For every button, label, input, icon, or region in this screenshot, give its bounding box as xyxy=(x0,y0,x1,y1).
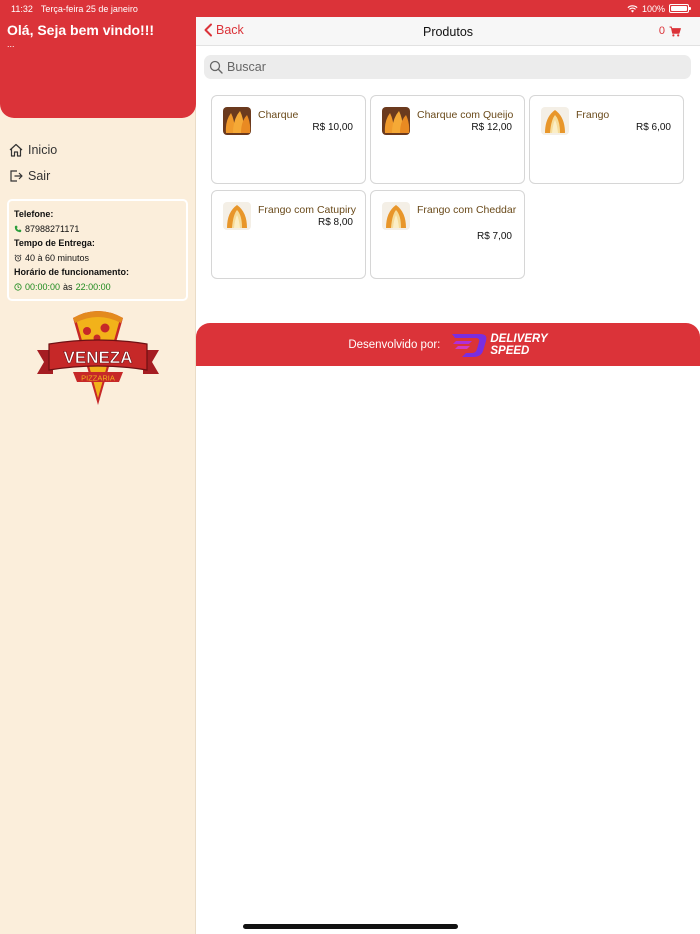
hours-close: 22:00:00 xyxy=(75,281,111,292)
store-info-box: Telefone: 87988271171 Tempo de Entrega: … xyxy=(7,199,188,301)
battery-icon xyxy=(669,4,691,13)
coxinha-cut-image xyxy=(541,107,569,135)
product-price: R$ 10,00 xyxy=(312,122,353,133)
chevron-left-icon xyxy=(204,23,212,37)
status-time: 11:32 xyxy=(11,3,33,14)
status-right: 100% xyxy=(627,3,691,14)
page-title: Produtos xyxy=(422,25,474,39)
logo-tagline: PIZZARIA xyxy=(81,374,115,383)
product-name: Charque xyxy=(258,109,299,121)
cart-icon xyxy=(669,26,681,36)
product-card[interactable]: Frango R$ 6,00 xyxy=(529,95,684,184)
search-input[interactable] xyxy=(227,60,667,74)
hours-open: 00:00:00 xyxy=(25,281,61,292)
alarm-clock-icon xyxy=(14,254,22,262)
search-bar[interactable] xyxy=(204,55,691,79)
coxinha-image xyxy=(382,107,410,135)
sidebar-item-label: Inicio xyxy=(28,143,58,157)
logo-text: VENEZA xyxy=(64,348,133,367)
phone-number: 87988271171 xyxy=(25,223,80,234)
home-icon xyxy=(9,143,23,157)
back-label: Back xyxy=(216,23,244,37)
product-card[interactable]: Charque com Queijo R$ 12,00 xyxy=(370,95,525,184)
cart-count: 0 xyxy=(658,25,665,37)
delivery-speed-icon xyxy=(452,333,487,357)
sidebar-item-sair[interactable]: Sair xyxy=(0,163,195,189)
back-button[interactable]: Back xyxy=(203,23,244,37)
coxinha-image xyxy=(223,107,251,135)
brand-line-1: DELIVERY xyxy=(490,332,548,345)
product-price: R$ 6,00 xyxy=(635,122,671,133)
phone-icon xyxy=(14,225,22,232)
sidebar: Olá, Seja bem vindo!!! ... Inicio Sair T… xyxy=(0,17,196,934)
delivery-speed-logo[interactable]: DELIVERY SPEED xyxy=(450,331,548,359)
search-icon xyxy=(209,60,223,74)
product-name: Frango xyxy=(576,109,610,121)
developer-banner: Desenvolvido por: DELIVERY SPEED xyxy=(196,323,700,366)
sidebar-header: Olá, Seja bem vindo!!! ... xyxy=(0,17,196,118)
greeting: Olá, Seja bem vindo!!! xyxy=(7,22,155,38)
home-indicator xyxy=(243,924,458,929)
product-card[interactable]: Frango com Catupiry R$ 8,00 xyxy=(211,190,366,279)
product-price: R$ 7,00 xyxy=(476,231,512,242)
store-logo: VENEZA PIZZARIA xyxy=(35,306,161,406)
hours-row: 00:00:00 às 22:00:00 xyxy=(14,280,181,295)
product-name: Frango com Catupiry xyxy=(258,204,357,216)
product-card[interactable]: Frango com Cheddar R$ 7,00 xyxy=(370,190,525,279)
wifi-icon xyxy=(627,4,638,13)
battery-percent: 100% xyxy=(641,3,665,14)
hours-label: Horário de funcionamento: xyxy=(14,267,130,277)
cart-button[interactable]: 0 xyxy=(659,25,681,37)
hours-separator: às xyxy=(63,281,73,292)
delivery-speed-text: DELIVERY SPEED xyxy=(490,333,547,357)
product-name: Frango com Cheddar xyxy=(417,204,517,216)
developed-by-label: Desenvolvido por: xyxy=(348,338,441,351)
coxinha-cut-image xyxy=(223,202,251,230)
brand-line-2: SPEED xyxy=(490,344,530,357)
greeting-subtext: ... xyxy=(7,39,15,49)
status-date: Terça-feira 25 de janeiro xyxy=(40,3,138,14)
product-card[interactable]: Charque R$ 10,00 xyxy=(211,95,366,184)
phone-row[interactable]: 87988271171 xyxy=(14,222,181,237)
product-name: Charque com Queijo xyxy=(417,109,514,121)
product-price: R$ 8,00 xyxy=(317,217,353,228)
phone-label: Telefone: xyxy=(14,209,54,219)
delivery-label: Tempo de Entrega: xyxy=(14,238,95,248)
sidebar-menu: Inicio Sair xyxy=(0,137,195,189)
logout-icon xyxy=(10,170,23,182)
nav-bar: Produtos Back 0 xyxy=(196,17,700,46)
sidebar-item-inicio[interactable]: Inicio xyxy=(0,137,195,163)
sidebar-item-label: Sair xyxy=(28,169,51,183)
status-bar: 11:32 Terça-feira 25 de janeiro 100% xyxy=(0,0,700,17)
coxinha-cut-image xyxy=(382,202,410,230)
delivery-row: 40 à 60 minutos xyxy=(14,251,181,266)
product-price: R$ 12,00 xyxy=(471,122,512,133)
clock-icon xyxy=(14,283,22,291)
delivery-time: 40 à 60 minutos xyxy=(25,252,90,263)
